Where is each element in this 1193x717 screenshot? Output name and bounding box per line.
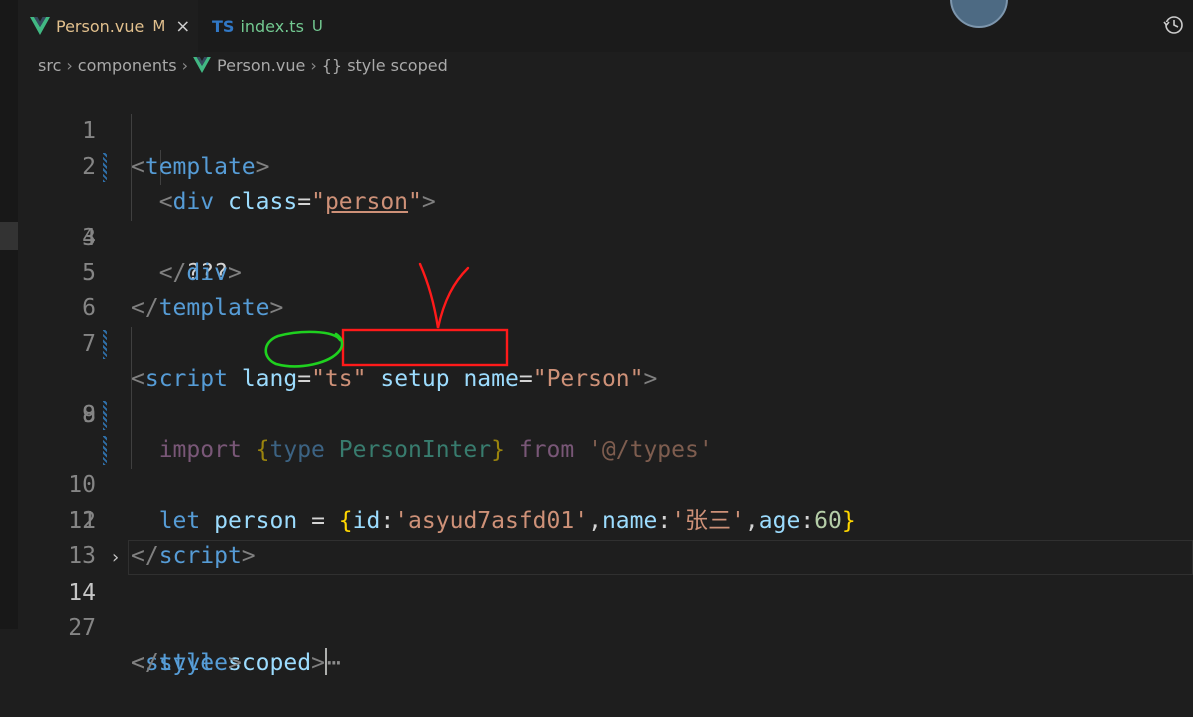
code-line: 3 ??? xyxy=(0,150,1193,286)
breadcrumb-src[interactable]: src xyxy=(38,56,61,75)
breadcrumb-components[interactable]: components xyxy=(78,56,177,75)
modified-line-marker xyxy=(103,329,107,359)
code-editor[interactable]: 1 <template> 2 <div class="person"> 3 ??… xyxy=(0,79,1193,676)
avatar xyxy=(950,0,1008,28)
code-line: 1 <template> xyxy=(0,79,1193,179)
history-icon[interactable] xyxy=(1163,14,1185,36)
chevron-right-icon[interactable]: › xyxy=(110,540,121,575)
close-icon[interactable]: × xyxy=(175,16,190,37)
code-line: 8 import {type PersonInter} from '@/type… xyxy=(0,327,1193,463)
folded-ellipsis[interactable]: ⋯ xyxy=(327,650,341,676)
tab-index-ts[interactable]: TS index.ts U xyxy=(198,0,358,52)
code-line: 5 </template> xyxy=(0,221,1193,321)
code-line: 14 › <style scoped>⋯ xyxy=(0,540,1193,676)
tab-bar: Person.vue M × TS index.ts U xyxy=(18,0,1193,52)
code-line: 7 <script lang="ts" setup name="Person"> xyxy=(0,291,1193,392)
code-line: 27 </style> xyxy=(0,576,1193,676)
tab-label: index.ts xyxy=(240,16,304,36)
code-line: 9 xyxy=(0,362,1193,428)
code-line: 10 let person = {id:'asyud7asfd01',name:… xyxy=(0,398,1193,534)
tab-person-vue[interactable]: Person.vue M × xyxy=(18,0,198,52)
code-line: 12 </script> xyxy=(0,468,1193,569)
chevron-right-icon: › xyxy=(181,55,189,75)
vue-icon xyxy=(30,16,50,36)
untracked-badge: U xyxy=(311,17,323,35)
modified-badge: M xyxy=(152,17,166,35)
code-line: 11 xyxy=(0,433,1193,534)
code-line: 6 xyxy=(0,256,1193,321)
modified-line-marker xyxy=(103,400,107,430)
breadcrumb-section[interactable]: {} style scoped xyxy=(322,56,448,75)
chevron-right-icon: › xyxy=(310,55,317,75)
code-line: 13 xyxy=(0,504,1193,569)
vue-icon xyxy=(193,57,211,73)
chevron-right-icon: › xyxy=(66,55,73,75)
breadcrumb-file[interactable]: Person.vue xyxy=(217,56,305,75)
tab-label: Person.vue xyxy=(56,16,145,36)
code-line: 4 </div> xyxy=(0,185,1193,286)
modified-line-marker xyxy=(103,436,107,465)
ts-icon: TS xyxy=(212,16,235,36)
modified-line-marker xyxy=(103,152,107,182)
code-line: 2 <div class="person"> xyxy=(0,114,1193,215)
breadcrumb: src › components › Person.vue › {} style… xyxy=(38,52,448,78)
